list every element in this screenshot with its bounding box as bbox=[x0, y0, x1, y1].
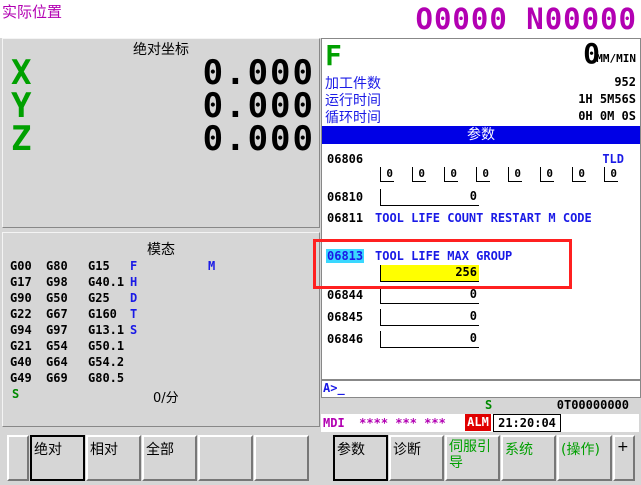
modal-per-minute: 0/分 bbox=[153, 391, 179, 406]
modal-code: G40 bbox=[10, 355, 32, 369]
parameter-header: 参数 bbox=[322, 126, 640, 144]
status-bar: MDI **** *** *** ALM 21:20:04 bbox=[321, 414, 639, 432]
softkey-system[interactable]: 系统 bbox=[501, 435, 556, 481]
alarm-indicator: ALM bbox=[465, 414, 491, 431]
param-06806-bit[interactable]: 0 bbox=[444, 167, 458, 182]
param-06811-desc: TOOL LIFE COUNT RESTART M CODE bbox=[375, 211, 592, 225]
modal-code: G40.1 bbox=[88, 275, 125, 289]
key-input-line[interactable]: A>_ bbox=[321, 380, 641, 398]
modal-code: G80 bbox=[46, 259, 68, 273]
cycle-time-label: 循环时间 bbox=[325, 110, 381, 126]
softkey-diagnosis[interactable]: 诊断 bbox=[389, 435, 444, 481]
softkey-operation[interactable]: (操作) bbox=[557, 435, 612, 481]
feed-label: F bbox=[325, 39, 342, 72]
input-prompt: A>_ bbox=[323, 381, 345, 395]
modal-code: G69 bbox=[46, 371, 68, 385]
modal-code: G21 bbox=[10, 339, 32, 353]
modal-code: S bbox=[130, 323, 138, 337]
param-06846-number[interactable]: 06846 bbox=[327, 332, 363, 346]
modal-code: M bbox=[208, 259, 216, 273]
screen-title: 实际位置 bbox=[2, 3, 63, 21]
param-06845-value[interactable]: 0 bbox=[380, 309, 479, 326]
mode-indicator: MDI **** *** *** bbox=[323, 416, 446, 430]
param-06810-number[interactable]: 06810 bbox=[327, 190, 363, 204]
param-06806-bit[interactable]: 0 bbox=[572, 167, 586, 182]
spindle-tool-line: S 0T00000000 bbox=[321, 397, 639, 412]
highlight-box bbox=[313, 239, 572, 289]
modal-code: D bbox=[130, 291, 138, 305]
param-06844-value[interactable]: 0 bbox=[380, 287, 479, 304]
spindle-label: S bbox=[485, 398, 493, 412]
param-06806-bit[interactable]: 0 bbox=[412, 167, 426, 182]
modal-code: G90 bbox=[10, 291, 32, 305]
param-06806-bit[interactable]: 0 bbox=[540, 167, 554, 182]
modal-code: G80.5 bbox=[88, 371, 125, 385]
softkey-absolute[interactable]: 绝对 bbox=[30, 435, 85, 481]
tool-number: 0T00000000 bbox=[556, 398, 629, 412]
param-06845-number[interactable]: 06845 bbox=[327, 310, 363, 324]
modal-code: T bbox=[130, 307, 138, 321]
param-06806-bit[interactable]: 0 bbox=[476, 167, 490, 182]
modal-s-label: S bbox=[12, 387, 20, 401]
feed-unit: MM/MIN bbox=[596, 52, 636, 65]
modal-code: G97 bbox=[46, 323, 68, 337]
modal-code: G49 bbox=[10, 371, 32, 385]
modal-panel: 模态 G00 G80 G15 F M G17 G98 G40.1 H G90 G50 G25 D G22 G… bbox=[2, 232, 320, 427]
param-06810-value[interactable]: 0 bbox=[380, 189, 479, 206]
softkey-parameter[interactable]: 参数 bbox=[333, 435, 388, 481]
axis-z-label: Z bbox=[11, 119, 32, 159]
clock: 21:20:04 bbox=[493, 414, 561, 432]
modal-code: G67 bbox=[46, 307, 68, 321]
modal-code: G160 bbox=[88, 307, 117, 321]
param-06846-value[interactable]: 0 bbox=[380, 331, 479, 348]
softkey-blank-1[interactable] bbox=[198, 435, 253, 481]
modal-code: G64 bbox=[46, 355, 68, 369]
modal-code: G54 bbox=[46, 339, 68, 353]
modal-code: G00 bbox=[10, 259, 32, 273]
program-number: O0000 N00000 bbox=[415, 2, 637, 36]
softkey-relative[interactable]: 相对 bbox=[86, 435, 141, 481]
modal-code: G15 bbox=[88, 259, 110, 273]
top-bar: 实际位置 O0000 N00000 bbox=[0, 0, 641, 38]
modal-code: G25 bbox=[88, 291, 110, 305]
modal-title: 模态 bbox=[147, 242, 175, 258]
param-06844-number[interactable]: 06844 bbox=[327, 288, 363, 302]
run-time-value: 1H 5M56S bbox=[578, 92, 636, 106]
softkey-next[interactable]: + bbox=[613, 435, 635, 481]
parameter-panel: F 0 MM/MIN 加工件数 952 运行时间 1H 5M56S 循环时间 0… bbox=[321, 37, 641, 380]
param-06806-bit[interactable]: 0 bbox=[508, 167, 522, 182]
modal-code: H bbox=[130, 275, 138, 289]
param-06806-tag: TLD bbox=[602, 152, 624, 166]
modal-code: G98 bbox=[46, 275, 68, 289]
absolute-coordinates-panel: 绝对坐标 X 0.000 Y 0.000 Z 0.000 bbox=[2, 38, 320, 228]
softkey-servo-guide[interactable]: 伺服引导 bbox=[445, 435, 500, 481]
modal-code: G22 bbox=[10, 307, 32, 321]
axis-z-value: 0.000 bbox=[202, 119, 315, 159]
param-06806-bit[interactable]: 0 bbox=[380, 167, 394, 182]
modal-code: G13.1 bbox=[88, 323, 125, 337]
modal-code: G17 bbox=[10, 275, 32, 289]
modal-code: G50.1 bbox=[88, 339, 125, 353]
modal-code: F bbox=[130, 259, 138, 273]
param-06811-number[interactable]: 06811 bbox=[327, 211, 363, 225]
softkey-return[interactable] bbox=[7, 435, 29, 481]
softkey-blank-2[interactable] bbox=[254, 435, 309, 481]
param-06806-number[interactable]: 06806 bbox=[327, 152, 363, 166]
modal-code: G50 bbox=[46, 291, 68, 305]
param-06806-bit[interactable]: 0 bbox=[604, 167, 618, 182]
parts-count-value: 952 bbox=[614, 75, 636, 89]
modal-code: G94 bbox=[10, 323, 32, 337]
cycle-time-value: 0H 0M 0S bbox=[578, 109, 636, 123]
softkey-all[interactable]: 全部 bbox=[142, 435, 197, 481]
modal-code: G54.2 bbox=[88, 355, 125, 369]
